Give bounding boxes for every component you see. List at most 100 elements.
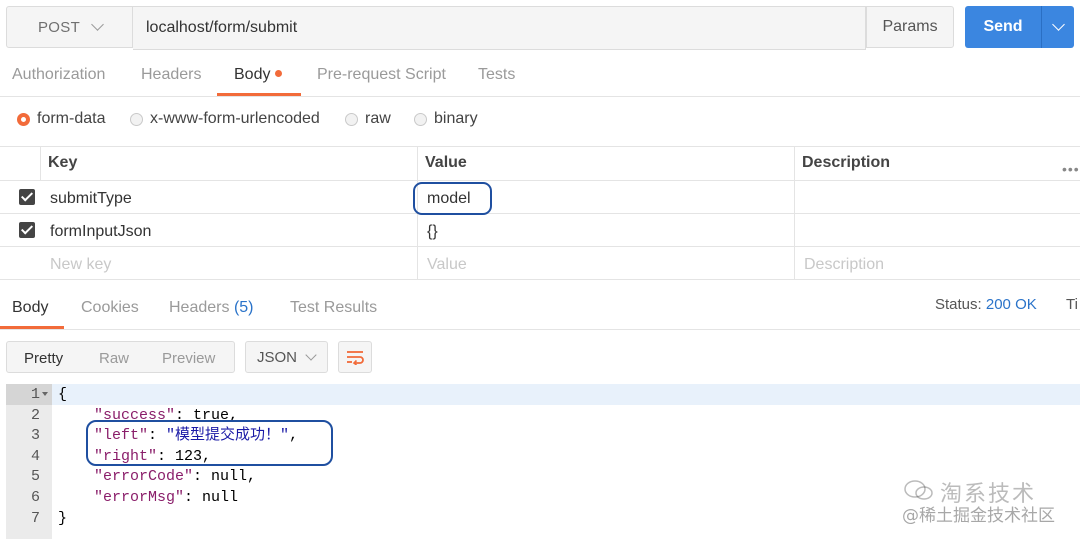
divider <box>0 279 1080 280</box>
divider <box>794 146 795 279</box>
tab-pre-request-script[interactable]: Pre-request Script <box>317 66 446 96</box>
pretty-button[interactable]: Pretty <box>24 350 63 367</box>
json-punct: { <box>58 386 68 403</box>
tab-label: Pre-request Script <box>317 66 446 83</box>
new-description-input[interactable]: Description <box>804 256 884 274</box>
params-table: Key Value Description submitType model f… <box>0 146 1080 279</box>
json-punct <box>58 489 94 506</box>
wrap-icon <box>347 351 364 365</box>
radio-selected-icon <box>17 112 30 126</box>
tab-headers[interactable]: Headers <box>141 66 201 96</box>
tab-label: Test Results <box>290 299 378 316</box>
chevron-down-icon <box>305 348 317 361</box>
raw-button[interactable]: Raw <box>99 350 129 367</box>
line-number: 2 <box>30 406 40 424</box>
json-key: "errorMsg" <box>94 489 185 506</box>
radio-unselected-icon <box>345 112 358 126</box>
radio-label: raw <box>365 110 391 127</box>
status-badge: 200 OK <box>985 296 1037 313</box>
more-options-icon[interactable]: ••• <box>1062 161 1080 177</box>
divider <box>0 180 1080 181</box>
tab-body[interactable]: Body <box>234 66 283 96</box>
key-cell[interactable]: formInputJson <box>50 223 151 241</box>
active-line-highlight <box>52 384 1080 405</box>
divider <box>0 246 1080 247</box>
params-button[interactable]: Params <box>866 6 954 48</box>
line-number: 5 <box>30 468 40 486</box>
divider <box>40 146 41 180</box>
value-cell[interactable]: {} <box>427 223 438 241</box>
divider <box>0 329 1080 330</box>
key-cell[interactable]: submitType <box>50 190 132 208</box>
send-dropdown-button[interactable] <box>1041 6 1074 48</box>
annotation-highlight <box>86 420 333 466</box>
tab-label: Cookies <box>81 299 139 316</box>
chevron-down-icon <box>91 17 104 31</box>
json-punct <box>58 468 94 485</box>
annotation-highlight <box>413 182 492 215</box>
preview-button[interactable]: Preview <box>162 350 215 367</box>
fold-arrow-icon[interactable] <box>42 392 48 396</box>
json-key: "errorCode" <box>94 468 194 486</box>
tab-tests[interactable]: Tests <box>478 66 515 96</box>
code-line: { <box>58 385 67 406</box>
line-number: 7 <box>30 509 40 527</box>
column-header-description: Description <box>802 154 891 171</box>
new-key-input[interactable]: New key <box>50 256 111 274</box>
response-tab-headers[interactable]: Headers (5) <box>169 299 254 321</box>
line-number: 1 <box>30 386 40 403</box>
url-input[interactable]: localhost/form/submit <box>133 6 866 50</box>
modified-dot-icon <box>275 69 283 77</box>
line-number: 3 <box>30 427 40 445</box>
headers-count-badge: (5) <box>233 299 254 316</box>
tab-label: Body <box>12 299 49 316</box>
code-line: } <box>58 509 67 530</box>
tab-label: Headers <box>141 66 202 83</box>
line-number: 4 <box>30 447 40 465</box>
json-punct: } <box>58 509 68 527</box>
radio-unselected-icon <box>414 112 427 126</box>
response-tab-cookies[interactable]: Cookies <box>81 299 139 321</box>
chevron-down-icon <box>1051 18 1065 31</box>
watermark-source: @稀土掘金技术社区 <box>902 506 1055 526</box>
code-line: "errorMsg": null <box>58 488 238 509</box>
divider <box>0 213 1080 214</box>
radio-form-data[interactable]: form-data <box>17 108 105 130</box>
row-checkbox-forminputjson[interactable] <box>19 222 35 238</box>
column-header-key: Key <box>48 154 78 171</box>
status-indicator: Status: 200 OK <box>935 296 1037 313</box>
response-tab-body[interactable]: Body <box>12 299 48 321</box>
row-checkbox-submittype[interactable] <box>19 189 35 205</box>
time-label: Ti <box>1066 296 1078 313</box>
json-punct: : null, <box>193 468 257 486</box>
radio-unselected-icon <box>130 112 143 126</box>
radio-label: x-www-form-urlencoded <box>150 110 320 127</box>
wrap-lines-button[interactable] <box>338 341 372 373</box>
radio-label: binary <box>434 110 478 127</box>
radio-binary[interactable]: binary <box>414 108 478 130</box>
json-punct: : null <box>184 489 239 506</box>
status-label: Status: <box>935 296 982 313</box>
method-select[interactable]: POST <box>6 6 133 48</box>
view-mode-group: Pretty Raw Preview <box>6 341 235 373</box>
send-button[interactable]: Send <box>965 6 1041 48</box>
new-value-input[interactable]: Value <box>427 256 467 274</box>
radio-x-www-form-urlencoded[interactable]: x-www-form-urlencoded <box>130 108 320 130</box>
code-line: "errorCode": null, <box>58 467 256 488</box>
url-text: localhost/form/submit <box>146 19 298 36</box>
column-header-value: Value <box>425 154 467 171</box>
language-label: JSON <box>257 348 298 366</box>
tab-label: Body <box>234 66 271 83</box>
tab-authorization[interactable]: Authorization <box>12 66 105 96</box>
divider <box>0 96 1080 97</box>
tab-label: Tests <box>478 66 516 83</box>
line-number: 6 <box>30 489 40 506</box>
wechat-icon <box>904 480 933 500</box>
radio-raw[interactable]: raw <box>345 108 391 130</box>
tab-label: Authorization <box>12 66 106 83</box>
response-tab-test-results[interactable]: Test Results <box>290 299 377 321</box>
method-label: POST <box>38 18 81 36</box>
radio-label: form-data <box>37 110 106 127</box>
json-punct <box>58 407 94 424</box>
language-select[interactable]: JSON <box>245 341 328 373</box>
